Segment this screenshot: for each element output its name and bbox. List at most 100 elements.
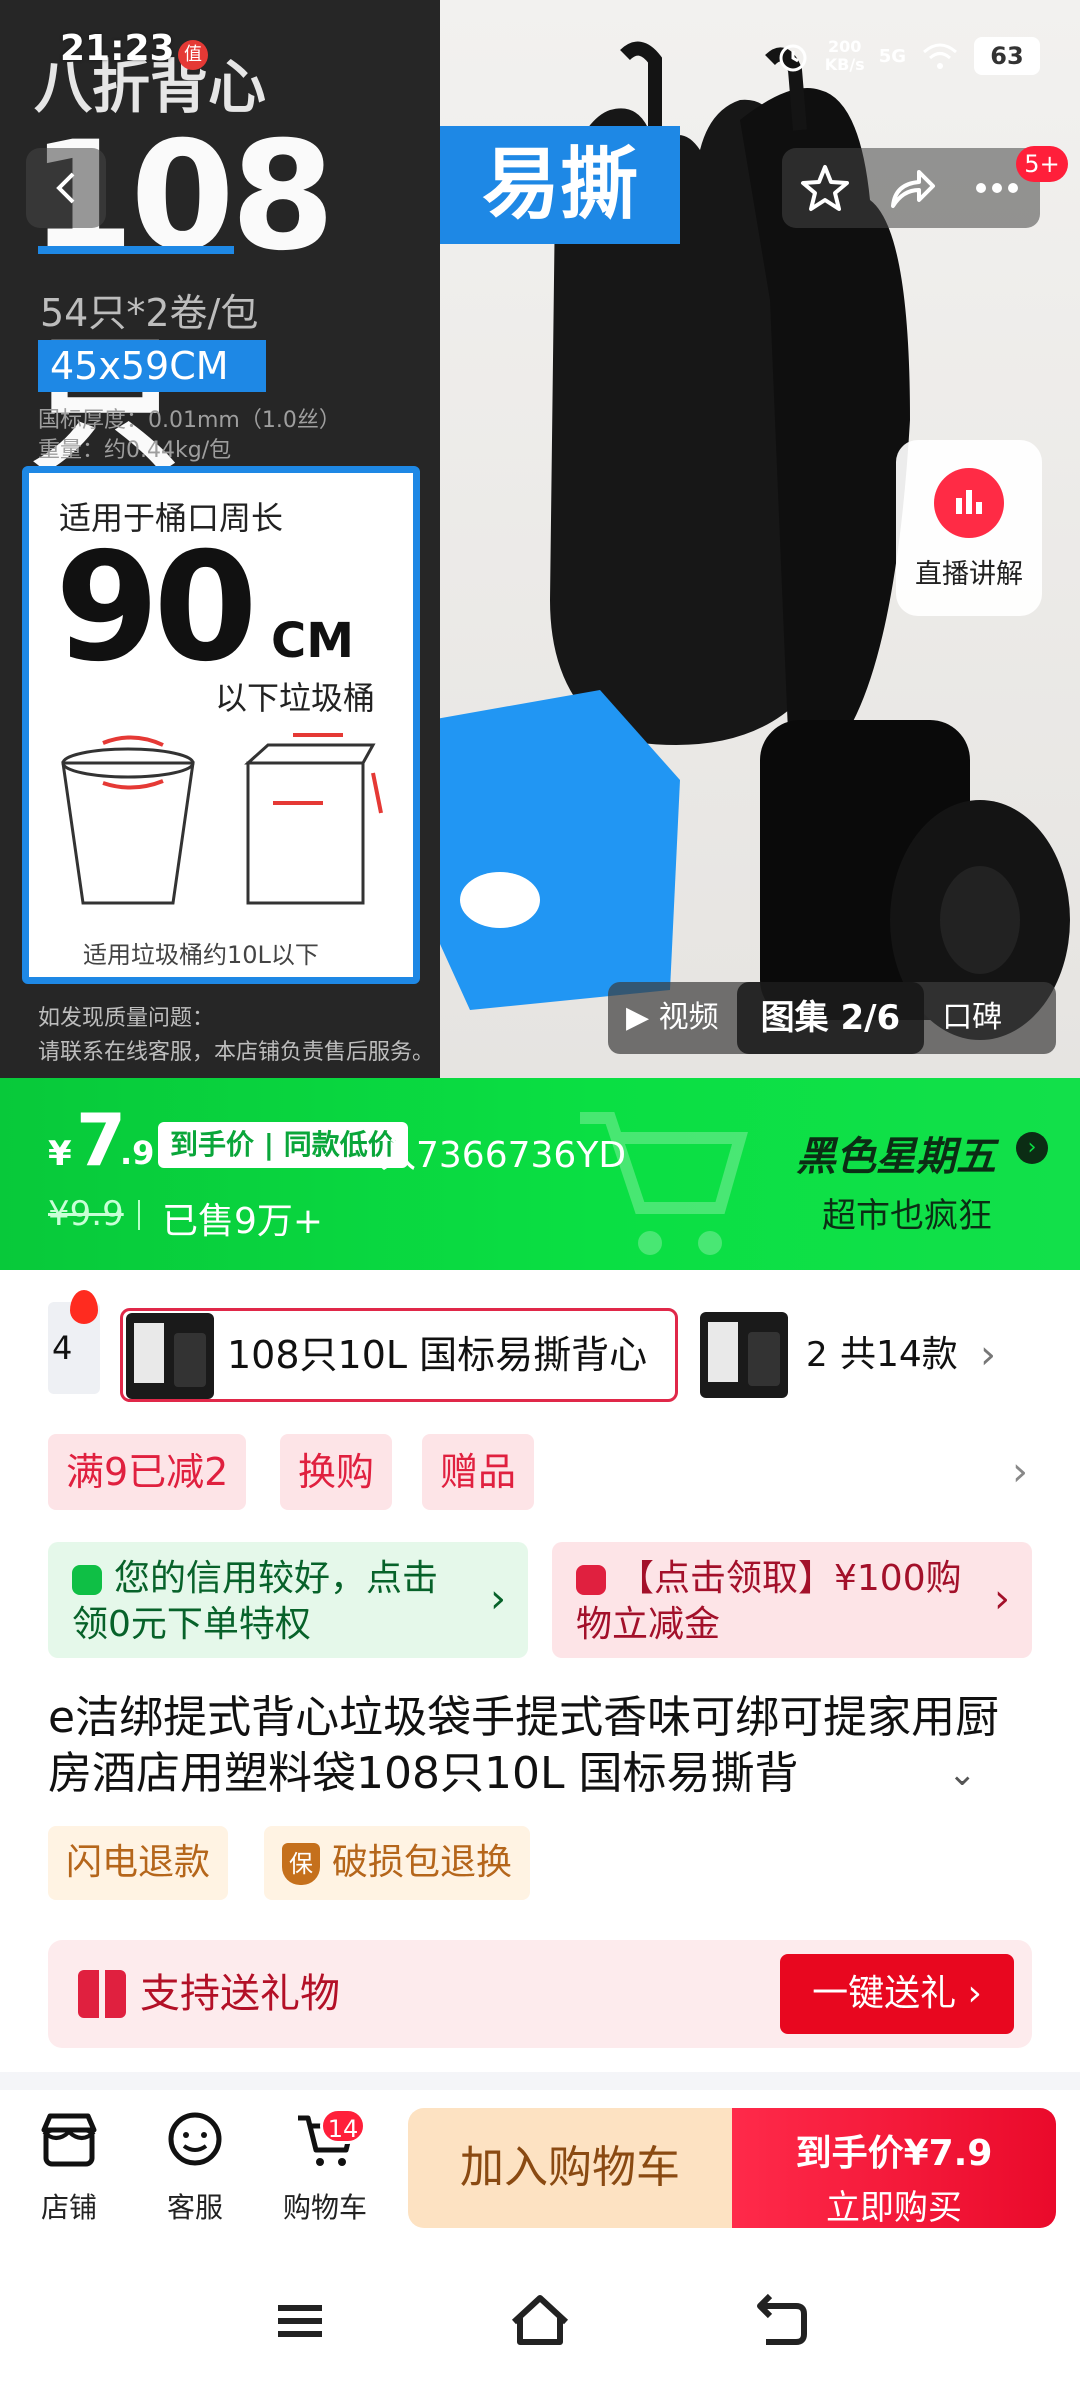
network-type: 5G bbox=[878, 45, 906, 67]
price-integer: 7 bbox=[76, 1098, 127, 1182]
service-damage-guarantee[interactable]: 保破损包退换 bbox=[264, 1826, 531, 1900]
live-explain-label: 直播讲解 bbox=[915, 559, 1023, 590]
service-damage-label: 破损包退换 bbox=[332, 1842, 513, 1883]
sku-selected-item[interactable]: 108只10L 国标易撕背心 bbox=[120, 1308, 678, 1402]
price-currency: ¥ bbox=[48, 1134, 72, 1174]
add-to-cart-button[interactable]: 加入购物车 bbox=[408, 2108, 732, 2228]
cash-coupon-card[interactable]: 【点击领取】¥100购物立减金 › bbox=[552, 1542, 1032, 1658]
fit-card-unit: CM bbox=[271, 613, 354, 669]
chevron-left-icon bbox=[56, 172, 75, 204]
chevron-right-icon[interactable]: › bbox=[1012, 1432, 1028, 1512]
sku-selected-label: 108只10L 国标易撕背心 bbox=[227, 1333, 648, 1377]
play-icon: ▶ bbox=[626, 1000, 659, 1035]
status-notification-badge: 值 bbox=[178, 40, 208, 70]
shopping-cart-watermark-icon bbox=[580, 1112, 748, 1255]
trash-can-illustration bbox=[61, 733, 383, 905]
back-button[interactable] bbox=[26, 148, 106, 228]
bottom-action-bar: 店铺 客服 购物车 14 加入购物车 到手价¥7.9 立即购买 bbox=[0, 2090, 1080, 2240]
sku-next-label: 2 bbox=[806, 1335, 828, 1375]
sku-next-thumbnail[interactable] bbox=[700, 1312, 788, 1398]
more-icon[interactable] bbox=[971, 162, 1023, 214]
buy-now-label: 立即购买 bbox=[826, 2188, 962, 2228]
menu-icon[interactable] bbox=[260, 2286, 340, 2356]
tab-video[interactable]: ▶ 视频 bbox=[608, 982, 737, 1054]
back-nav-icon[interactable] bbox=[740, 2286, 820, 2356]
smiley-chat-icon bbox=[168, 2112, 222, 2166]
system-navigation-bar bbox=[0, 2240, 1080, 2400]
chevron-right-icon: › bbox=[490, 1576, 506, 1622]
service-fast-refund[interactable]: 闪电退款 bbox=[48, 1826, 229, 1900]
product-title[interactable]: e洁绑提式背心垃圾袋手提式香味可绑可提家用厨房酒店用塑料袋108只10L 国标易… bbox=[48, 1690, 1038, 1802]
price-divider bbox=[138, 1200, 140, 1230]
store-button[interactable]: 店铺 bbox=[14, 2110, 124, 2226]
notification-badge: 5+ bbox=[1016, 146, 1068, 182]
media-tabs: ▶ 视频 图集 2/6 口碑 bbox=[608, 982, 1056, 1054]
gift-icon bbox=[78, 1970, 126, 2018]
black-friday-subtitle: 超市也疯狂 bbox=[822, 1196, 992, 1236]
tab-video-label: 视频 bbox=[658, 1000, 719, 1035]
chevron-right-icon[interactable]: › bbox=[980, 1312, 996, 1398]
fit-card-note: 适用垃圾桶约10L以下 bbox=[83, 941, 319, 969]
price-tag: 到手价 | 同款低价 bbox=[158, 1122, 408, 1168]
fit-card-value: 90 bbox=[55, 521, 258, 695]
image-weight-text: 重量：约0.44kg/包 bbox=[38, 438, 232, 463]
shield-icon: 保 bbox=[282, 1843, 320, 1885]
home-icon[interactable] bbox=[500, 2286, 580, 2356]
fit-card-subtitle: 以下垃圾桶 bbox=[215, 679, 376, 717]
credit-coupon-card[interactable]: 您的信用较好，点击领0元下单特权 › bbox=[48, 1542, 528, 1658]
live-stream-icon bbox=[934, 468, 1004, 538]
gift-bar: 支持送礼物 一键送礼 › bbox=[48, 1940, 1032, 2048]
chevron-right-icon[interactable]: › bbox=[1016, 1132, 1048, 1164]
chevron-down-icon[interactable]: ⌄ bbox=[948, 1746, 977, 1802]
customer-service-button[interactable]: 客服 bbox=[140, 2110, 250, 2226]
original-price: ¥9.9 bbox=[48, 1194, 124, 1234]
image-spec-text: 54只*2卷/包 bbox=[40, 291, 259, 335]
cash-coupon-text: 【点击领取】¥100购物立减金 bbox=[576, 1558, 962, 1645]
gift-label: 支持送礼物 bbox=[140, 1971, 340, 2017]
sku-total-count[interactable]: 共14款 bbox=[840, 1312, 958, 1398]
store-icon bbox=[41, 2113, 97, 2167]
price-decimal: .9 bbox=[120, 1134, 155, 1172]
sku-selector: 4 108只10L 国标易撕背心 2 共14款 › bbox=[0, 1290, 1080, 1406]
image-size-text: 45x59CM bbox=[38, 340, 266, 392]
status-icons: 200 KB/s 5G 63 bbox=[775, 34, 1040, 78]
image-footer-line-1: 如发现质量问题： bbox=[38, 1006, 215, 1031]
cart-count-badge: 14 bbox=[320, 2108, 366, 2144]
live-explain-button[interactable]: 直播讲解 bbox=[896, 440, 1042, 616]
battery-level: 63 bbox=[974, 37, 1040, 75]
status-time: 21:23 bbox=[60, 28, 175, 69]
shopping-bag-icon bbox=[72, 1565, 102, 1595]
image-fit-card: 适用于桶口周长 90 CM 以下垃圾桶 适用垃圾桶约10L以下 bbox=[22, 466, 420, 984]
chevron-right-icon: › bbox=[994, 1576, 1010, 1622]
card-icon bbox=[576, 1565, 606, 1595]
share-icon[interactable] bbox=[885, 162, 937, 214]
favorite-star-icon[interactable] bbox=[799, 162, 851, 214]
cart-label: 购物车 bbox=[282, 2191, 367, 2224]
promo-tag-gift[interactable]: 赠品 bbox=[422, 1434, 535, 1510]
black-friday-title[interactable]: 黑色星期五 bbox=[796, 1124, 996, 1182]
promo-tag-discount[interactable]: 满9已减2 bbox=[48, 1434, 247, 1510]
promo-tag-exchange[interactable]: 换购 bbox=[280, 1434, 393, 1510]
image-footer-line-2: 请联系在线客服，本店铺负责售后服务。 bbox=[38, 1040, 435, 1065]
section-divider bbox=[0, 2072, 1080, 2090]
sku-thumbnail bbox=[126, 1313, 214, 1399]
promo-code-text: 入7366736YD bbox=[380, 1135, 627, 1176]
price-banner: ¥ 7 .9 到手价 | 同款低价 入7366736YD ¥9.9 已售9万+ … bbox=[0, 1078, 1080, 1270]
buy-now-price: 到手价¥7.9 bbox=[795, 2133, 993, 2174]
buy-now-button[interactable]: 到手价¥7.9 立即购买 bbox=[732, 2108, 1056, 2228]
tab-reviews[interactable]: 口碑 bbox=[924, 982, 1020, 1054]
customer-service-label: 客服 bbox=[166, 2191, 223, 2224]
image-easy-tear-tag: 易撕 bbox=[440, 126, 680, 244]
promo-tags[interactable]: 满9已减2 换购 赠品 › bbox=[0, 1432, 1080, 1512]
wifi-icon bbox=[923, 43, 957, 69]
image-underline bbox=[38, 246, 234, 254]
sold-count: 已售9万+ bbox=[162, 1201, 324, 1242]
top-action-group bbox=[782, 148, 1040, 228]
network-speed: 200 KB/s bbox=[824, 37, 865, 74]
credit-coupon-text: 您的信用较好，点击领0元下单特权 bbox=[72, 1558, 439, 1645]
send-gift-button[interactable]: 一键送礼 › bbox=[780, 1954, 1014, 2034]
tab-gallery[interactable]: 图集 2/6 bbox=[736, 982, 925, 1054]
image-thickness-text: 国标厚度：0.01mm（1.0丝） bbox=[38, 408, 341, 433]
store-label: 店铺 bbox=[40, 2191, 97, 2224]
hot-fire-icon bbox=[70, 1290, 98, 1324]
